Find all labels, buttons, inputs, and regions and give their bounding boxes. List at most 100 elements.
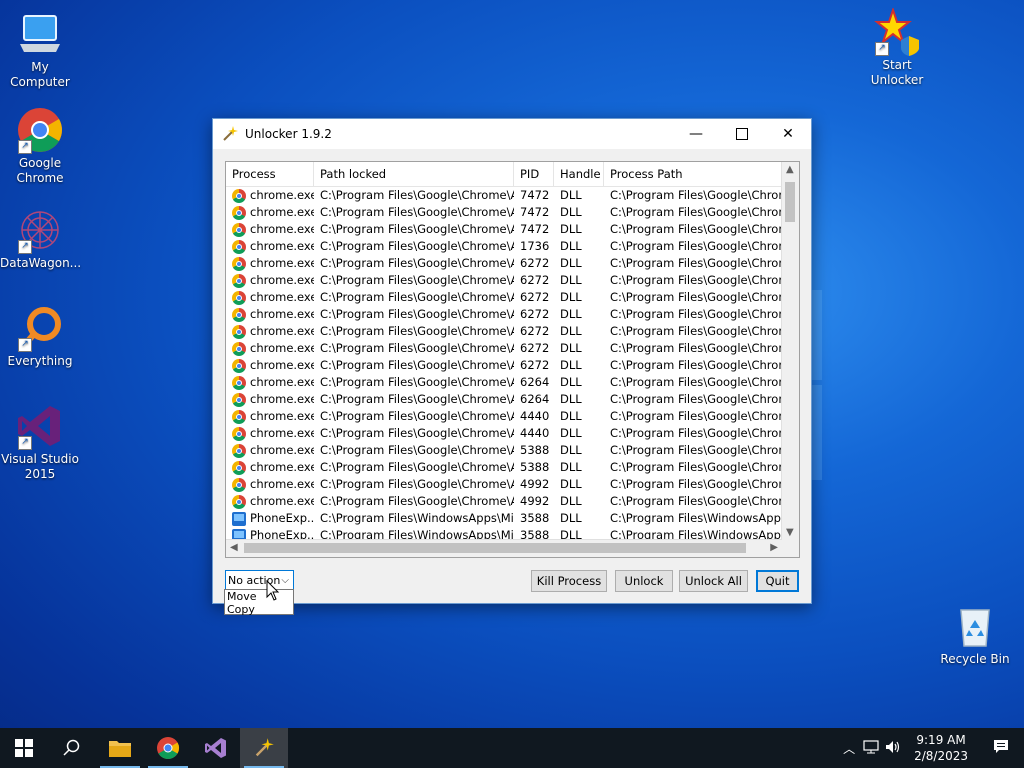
chrome-icon <box>232 460 246 475</box>
maximize-button[interactable] <box>719 119 765 149</box>
path-locked-cell: C:\Program Files\Google\Chrome\Ap... <box>320 222 514 236</box>
process-path-cell: C:\Program Files\Google\Chrome\Ap <box>610 392 786 406</box>
vertical-scrollbar[interactable]: ▲ ▼ <box>781 162 799 540</box>
desktop-icon-recycle-bin[interactable]: Recycle Bin <box>935 602 1015 667</box>
kill-process-button[interactable]: Kill Process <box>531 570 607 592</box>
handle-cell: DLL <box>560 375 582 389</box>
desktop-icon-everything[interactable]: ↗ Everything <box>0 304 80 369</box>
taskbar-visual-studio[interactable] <box>192 728 240 768</box>
table-row[interactable]: chrome.exe C:\Program Files\Google\Chrome… <box>226 357 786 374</box>
handle-cell: DLL <box>560 358 582 372</box>
process-cell: chrome.exe <box>226 255 314 272</box>
process-cell: chrome.exe <box>226 272 314 289</box>
horizontal-scroll-thumb[interactable] <box>244 543 746 553</box>
scroll-right-icon[interactable]: ▶ <box>770 542 778 553</box>
locked-handles-list[interactable]: Process Path locked PID Handle Process P… <box>225 161 800 558</box>
pid-cell: 5388 <box>520 443 550 457</box>
desktop-icon-google-chrome[interactable]: ↗ Google Chrome <box>0 106 80 186</box>
dropdown-option-move[interactable]: Move <box>227 590 293 603</box>
taskbar-chrome[interactable] <box>144 728 192 768</box>
action-select[interactable]: No action ⌵ <box>225 570 294 590</box>
table-row[interactable]: chrome.exe C:\Program Files\Google\Chrome… <box>226 374 786 391</box>
horizontal-scrollbar[interactable]: ◀ ▶ <box>226 539 782 557</box>
column-header-process[interactable]: Process <box>226 162 314 186</box>
process-cell: chrome.exe <box>226 391 314 408</box>
process-name: chrome.exe <box>250 239 314 253</box>
table-row[interactable]: chrome.exe C:\Program Files\Google\Chrome… <box>226 425 786 442</box>
table-row[interactable]: chrome.exe C:\Program Files\Google\Chrome… <box>226 493 786 510</box>
taskbar: ︿ 9:19 AM 2/8/2023 <box>0 728 1024 768</box>
path-locked-cell: C:\Program Files\Google\Chrome\Ap... <box>320 256 514 270</box>
unlock-button[interactable]: Unlock <box>615 570 673 592</box>
table-row[interactable]: chrome.exe C:\Program Files\Google\Chrome… <box>226 272 786 289</box>
process-path-cell: C:\Program Files\Google\Chrome\Ap <box>610 494 786 508</box>
unlock-all-button[interactable]: Unlock All <box>679 570 748 592</box>
chrome-icon <box>232 477 246 492</box>
network-icon[interactable] <box>860 739 882 757</box>
action-center-icon[interactable] <box>978 739 1024 758</box>
shortcut-arrow-icon: ↗ <box>18 140 32 154</box>
volume-icon[interactable] <box>882 740 904 757</box>
table-row[interactable]: chrome.exe C:\Program Files\Google\Chrome… <box>226 204 786 221</box>
table-row[interactable]: chrome.exe C:\Program Files\Google\Chrome… <box>226 255 786 272</box>
pid-cell: 1736 <box>520 239 550 253</box>
taskbar-file-explorer[interactable] <box>96 728 144 768</box>
clock-date: 2/8/2023 <box>914 749 968 763</box>
desktop-icon-datawagon[interactable]: ↗ DataWagon... <box>0 206 81 271</box>
clock[interactable]: 9:19 AM 2/8/2023 <box>904 732 978 764</box>
vertical-scroll-thumb[interactable] <box>785 182 795 222</box>
start-button[interactable] <box>0 728 48 768</box>
process-path-cell: C:\Program Files\Google\Chrome\Ap <box>610 205 786 219</box>
dropdown-option-copy[interactable]: Copy <box>227 603 293 616</box>
table-row[interactable]: chrome.exe C:\Program Files\Google\Chrome… <box>226 476 786 493</box>
chrome-icon <box>232 443 246 458</box>
quit-button[interactable]: Quit <box>756 570 799 592</box>
chrome-icon <box>232 290 246 305</box>
visual-studio-icon <box>205 738 226 758</box>
close-button[interactable]: ✕ <box>765 119 811 149</box>
table-row[interactable]: chrome.exe C:\Program Files\Google\Chrome… <box>226 391 786 408</box>
taskbar-unlocker[interactable] <box>240 728 288 768</box>
scroll-left-icon[interactable]: ◀ <box>230 542 238 553</box>
process-name: chrome.exe <box>250 341 314 355</box>
process-cell: chrome.exe <box>226 442 314 459</box>
desktop-icon-visual-studio[interactable]: ↗ Visual Studio 2015 <box>0 402 80 482</box>
chrome-icon <box>232 494 246 509</box>
column-header-pid[interactable]: PID <box>514 162 554 186</box>
table-row[interactable]: chrome.exe C:\Program Files\Google\Chrome… <box>226 289 786 306</box>
column-header-path-locked[interactable]: Path locked <box>314 162 514 186</box>
table-row[interactable]: chrome.exe C:\Program Files\Google\Chrome… <box>226 221 786 238</box>
scroll-up-icon[interactable]: ▲ <box>786 164 794 175</box>
handle-cell: DLL <box>560 222 582 236</box>
search-button[interactable] <box>48 728 96 768</box>
table-row[interactable]: chrome.exe C:\Program Files\Google\Chrome… <box>226 306 786 323</box>
title-bar[interactable]: Unlocker 1.9.2 — ✕ <box>213 119 811 149</box>
handle-cell: DLL <box>560 188 582 202</box>
scroll-down-icon[interactable]: ▼ <box>786 527 794 538</box>
window-title: Unlocker 1.9.2 <box>245 127 332 141</box>
table-row[interactable]: chrome.exe C:\Program Files\Google\Chrome… <box>226 408 786 425</box>
desktop-icon-label: Start Unlocker <box>870 58 924 87</box>
process-name: chrome.exe <box>250 324 314 338</box>
close-icon: ✕ <box>782 126 794 142</box>
process-path-cell: C:\Program Files\Google\Chrome\Ap <box>610 188 786 202</box>
handle-cell: DLL <box>560 273 582 287</box>
path-locked-cell: C:\Program Files\Google\Chrome\Ap... <box>320 358 514 372</box>
column-header-process-path[interactable]: Process Path <box>604 162 786 186</box>
table-row[interactable]: PhoneExp... C:\Program Files\WindowsApps\… <box>226 510 786 527</box>
minimize-button[interactable]: — <box>673 119 719 149</box>
table-row[interactable]: chrome.exe C:\Program Files\Google\Chrome… <box>226 187 786 204</box>
table-row[interactable]: chrome.exe C:\Program Files\Google\Chrome… <box>226 340 786 357</box>
clock-time: 9:19 AM <box>916 733 966 747</box>
process-path-cell: C:\Program Files\Google\Chrome\Ap <box>610 409 786 423</box>
desktop-icon-start-unlocker[interactable]: ↗ Start Unlocker <box>857 6 937 88</box>
chevron-up-icon[interactable]: ︿ <box>838 740 860 757</box>
table-row[interactable]: chrome.exe C:\Program Files\Google\Chrome… <box>226 459 786 476</box>
table-row[interactable]: chrome.exe C:\Program Files\Google\Chrome… <box>226 442 786 459</box>
shortcut-arrow-icon: ↗ <box>875 42 889 56</box>
phone-icon <box>232 511 246 526</box>
column-header-handle[interactable]: Handle <box>554 162 604 186</box>
desktop-icon-my-computer[interactable]: My Computer <box>0 10 80 90</box>
table-row[interactable]: chrome.exe C:\Program Files\Google\Chrome… <box>226 323 786 340</box>
table-row[interactable]: chrome.exe C:\Program Files\Google\Chrome… <box>226 238 786 255</box>
